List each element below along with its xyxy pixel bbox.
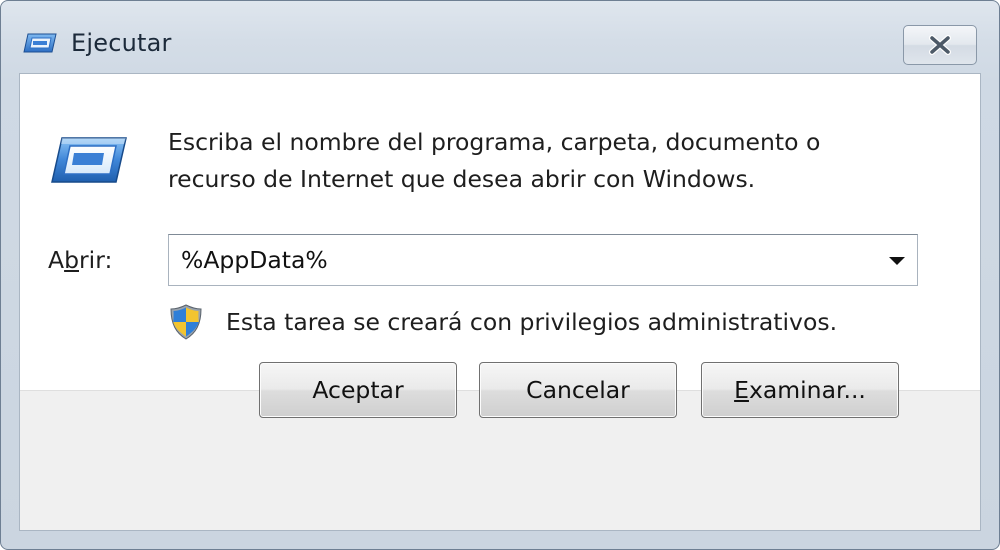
cancel-button[interactable]: Cancelar: [479, 362, 677, 418]
dialog-description: Escriba el nombre del programa, carpeta,…: [168, 124, 948, 198]
browse-label: xaminar...: [748, 376, 866, 404]
close-button[interactable]: [903, 25, 977, 65]
dialog-content: Escriba el nombre del programa, carpeta,…: [20, 74, 980, 390]
chevron-down-icon[interactable]: [889, 257, 905, 265]
close-icon: [929, 35, 951, 55]
open-label-mnemonic: b: [64, 246, 79, 274]
ok-button[interactable]: Aceptar: [259, 362, 457, 418]
admin-privileges-note: Esta tarea se creará con privilegios adm…: [226, 308, 838, 336]
title-bar[interactable]: Ejecutar: [1, 1, 999, 73]
description-line-1: Escriba el nombre del programa, carpeta,…: [168, 128, 821, 156]
browse-button[interactable]: Examinar...: [701, 362, 899, 418]
run-icon: [23, 33, 57, 53]
uac-shield-icon: [170, 304, 202, 340]
open-input[interactable]: %AppData%: [181, 246, 328, 274]
browse-mnemonic: E: [734, 376, 749, 404]
window-title: Ejecutar: [71, 29, 172, 57]
run-icon: [51, 137, 127, 183]
description-line-2: recurso de Internet que desea abrir con …: [168, 165, 756, 193]
run-dialog-window: Ejecutar Escriba el nombre del programa,…: [0, 0, 1000, 550]
open-label: Abrir:: [48, 246, 113, 274]
dialog-client-area: Escriba el nombre del programa, carpeta,…: [19, 73, 981, 531]
open-combobox[interactable]: %AppData%: [168, 234, 918, 286]
